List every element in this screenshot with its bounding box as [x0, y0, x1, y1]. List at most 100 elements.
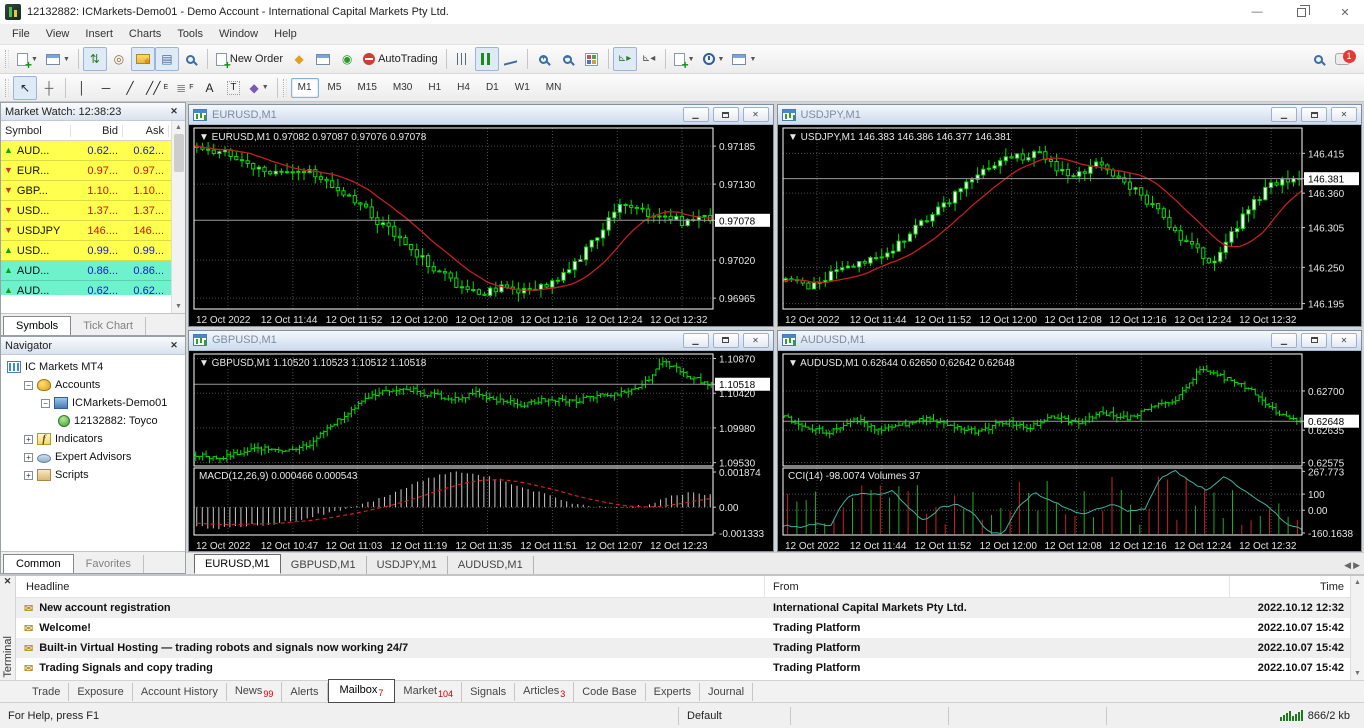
menu-tools[interactable]: Tools	[169, 26, 211, 42]
chart-close-button[interactable]: ✕	[743, 333, 769, 348]
menu-help[interactable]: Help	[266, 26, 305, 42]
market-watch-row[interactable]: ▲AUD...0.62...0.62...	[1, 141, 171, 161]
chart-tab-usdjpy-m1[interactable]: USDJPY,M1	[367, 556, 448, 574]
chart-tab-eurusd-m1[interactable]: EURUSD,M1	[194, 554, 281, 574]
bar-chart-button[interactable]	[451, 47, 475, 71]
tab-favorites[interactable]: Favorites	[74, 555, 144, 573]
menu-file[interactable]: File	[4, 26, 38, 42]
tree-item-scripts[interactable]: +Scripts	[1, 466, 185, 484]
chart-tab-audusd-m1[interactable]: AUDUSD,M1	[448, 556, 534, 574]
scrollbar-thumb[interactable]	[174, 134, 184, 172]
tree-item-ic-markets-mt4[interactable]: IC Markets MT4	[1, 358, 185, 376]
expand-icon[interactable]: +	[24, 435, 33, 444]
mailbox-row[interactable]: ✉New account registrationInternational C…	[16, 598, 1350, 618]
terminal-tab-account-history[interactable]: Account History	[133, 683, 227, 701]
chart-canvas-eurusd[interactable]: 0.971850.971300.970780.970200.9696512 Oc…	[189, 125, 773, 326]
chart-canvas-audusd[interactable]: 267.7731000.00-160.1638CCI(14) -98.0074 …	[778, 351, 1362, 552]
candlestick-chart-button[interactable]	[475, 47, 499, 71]
navigator-toggle[interactable]	[131, 47, 155, 71]
notifications-button[interactable]: 1	[1330, 47, 1354, 71]
terminal-tab-code-base[interactable]: Code Base	[574, 683, 645, 701]
terminal-tab-market[interactable]: Market104	[395, 682, 462, 702]
autotrading-button[interactable]: AutoTrading	[359, 47, 442, 71]
window-close-button[interactable]: ✕	[1326, 0, 1364, 24]
market-watch-toggle[interactable]: ⇅	[83, 47, 107, 71]
chart-minimize-button[interactable]: ▁	[683, 107, 709, 122]
market-watch-row[interactable]: ▲AUD...0.86...0.86...	[1, 261, 171, 281]
tree-item-expert-advisors[interactable]: +Expert Advisors	[1, 448, 185, 466]
window-restore-button[interactable]	[1282, 0, 1320, 24]
tab-scroll-left-icon[interactable]: ◀	[1344, 560, 1351, 571]
terminal-toggle[interactable]: ▤	[155, 47, 179, 71]
tab-tick-chart[interactable]: Tick Chart	[71, 317, 146, 335]
toolbar-grip[interactable]	[5, 50, 9, 68]
tree-item-12132882-toyco[interactable]: 12132882: Toyco	[1, 412, 185, 430]
terminal-tab-alerts[interactable]: Alerts	[282, 683, 327, 701]
market-watch-row[interactable]: ▲AUD...0.62...0.62...	[1, 281, 171, 295]
column-headline[interactable]: Headline	[16, 576, 765, 597]
chart-minimize-button[interactable]: ▁	[683, 333, 709, 348]
timeframe-h1-button[interactable]: H1	[421, 78, 448, 98]
chart-titlebar-eurusd[interactable]: EURUSD,M1▁✕	[189, 105, 773, 125]
chart-canvas-usdjpy[interactable]: 146.415146.381146.360146.305146.250146.1…	[778, 125, 1362, 326]
fibonacci-button[interactable]: ≣F	[172, 76, 197, 100]
chart-canvas-gbpusd[interactable]: 0.0018740.00-0.001333MACD(12,26,9) 0.000…	[189, 351, 773, 552]
chart-publish-button[interactable]	[311, 47, 335, 71]
chart-restore-button[interactable]	[1301, 333, 1327, 348]
market-watch-row[interactable]: ▼USDJPY146....146....	[1, 221, 171, 241]
terminal-close-button[interactable]: ✕	[4, 576, 12, 590]
chart-close-button[interactable]: ✕	[1331, 107, 1357, 122]
menu-insert[interactable]: Insert	[77, 26, 121, 42]
new-chart-button[interactable]: +▼	[13, 47, 42, 71]
toolbar-grip[interactable]	[283, 79, 287, 97]
terminal-tab-mailbox[interactable]: Mailbox7	[328, 679, 396, 703]
terminal-tab-trade[interactable]: Trade	[24, 683, 69, 701]
periods-menu-button[interactable]: ▼	[699, 47, 729, 71]
horizontal-line-button[interactable]: ─	[94, 76, 118, 100]
text-button[interactable]: A	[197, 76, 221, 100]
chart-restore-button[interactable]	[713, 107, 739, 122]
scroll-up-icon[interactable]: ▲	[175, 121, 182, 134]
zoom-in-button[interactable]: +	[532, 47, 556, 71]
terminal-tab-exposure[interactable]: Exposure	[69, 683, 132, 701]
tab-symbols[interactable]: Symbols	[3, 316, 71, 336]
text-label-button[interactable]: T	[221, 76, 245, 100]
line-chart-button[interactable]	[499, 47, 523, 71]
market-watch-close-button[interactable]: ✕	[167, 106, 181, 117]
mailbox-row[interactable]: ✉Built-in Virtual Hosting — trading robo…	[16, 638, 1350, 658]
terminal-tab-journal[interactable]: Journal	[700, 683, 753, 701]
scroll-down-icon[interactable]: ▼	[1354, 667, 1361, 680]
mailbox-row[interactable]: ✉Welcome!Trading Platform2022.10.07 15:4…	[16, 618, 1350, 638]
metaeditor-button[interactable]: ◆	[287, 47, 311, 71]
market-watch-row[interactable]: ▲USD...0.99...0.99...	[1, 241, 171, 261]
timeframe-m30-button[interactable]: M30	[386, 78, 419, 98]
strategy-tester-toggle[interactable]	[179, 47, 203, 71]
search-button[interactable]	[1306, 47, 1330, 71]
chart-shift-button[interactable]: ⊾◂	[637, 47, 661, 71]
market-watch-row[interactable]: ▼GBP...1.10...1.10...	[1, 181, 171, 201]
equidistant-channel-button[interactable]: ╱╱E	[142, 76, 172, 100]
toolbar-grip[interactable]	[5, 79, 9, 97]
terminal-scrollbar[interactable]: ▲ ▼	[1350, 576, 1364, 680]
vertical-line-button[interactable]: │	[70, 76, 94, 100]
terminal-tab-news[interactable]: News99	[227, 682, 283, 702]
status-profile[interactable]: Default	[678, 707, 790, 725]
trendline-button[interactable]: ╱	[118, 76, 142, 100]
timeframe-d1-button[interactable]: D1	[479, 78, 506, 98]
column-symbol[interactable]: Symbol	[1, 125, 71, 137]
menu-window[interactable]: Window	[211, 26, 266, 42]
scroll-down-icon[interactable]: ▼	[175, 300, 182, 313]
timeframe-h4-button[interactable]: H4	[450, 78, 477, 98]
column-time[interactable]: Time	[1230, 581, 1350, 593]
chart-restore-button[interactable]	[713, 333, 739, 348]
arrows-menu-button[interactable]: ◆▼	[245, 76, 272, 100]
data-window-toggle[interactable]: ◎	[107, 47, 131, 71]
auto-scroll-button[interactable]: ⊾▸	[613, 47, 637, 71]
zoom-out-button[interactable]: −	[556, 47, 580, 71]
tree-item-accounts[interactable]: −Accounts	[1, 376, 185, 394]
column-ask[interactable]: Ask	[123, 125, 169, 137]
chart-tab-gbpusd-m1[interactable]: GBPUSD,M1	[281, 556, 367, 574]
tab-scroll-right-icon[interactable]: ▶	[1353, 560, 1360, 571]
chart-titlebar-usdjpy[interactable]: USDJPY,M1▁✕	[778, 105, 1362, 125]
collapse-icon[interactable]: −	[24, 381, 33, 390]
